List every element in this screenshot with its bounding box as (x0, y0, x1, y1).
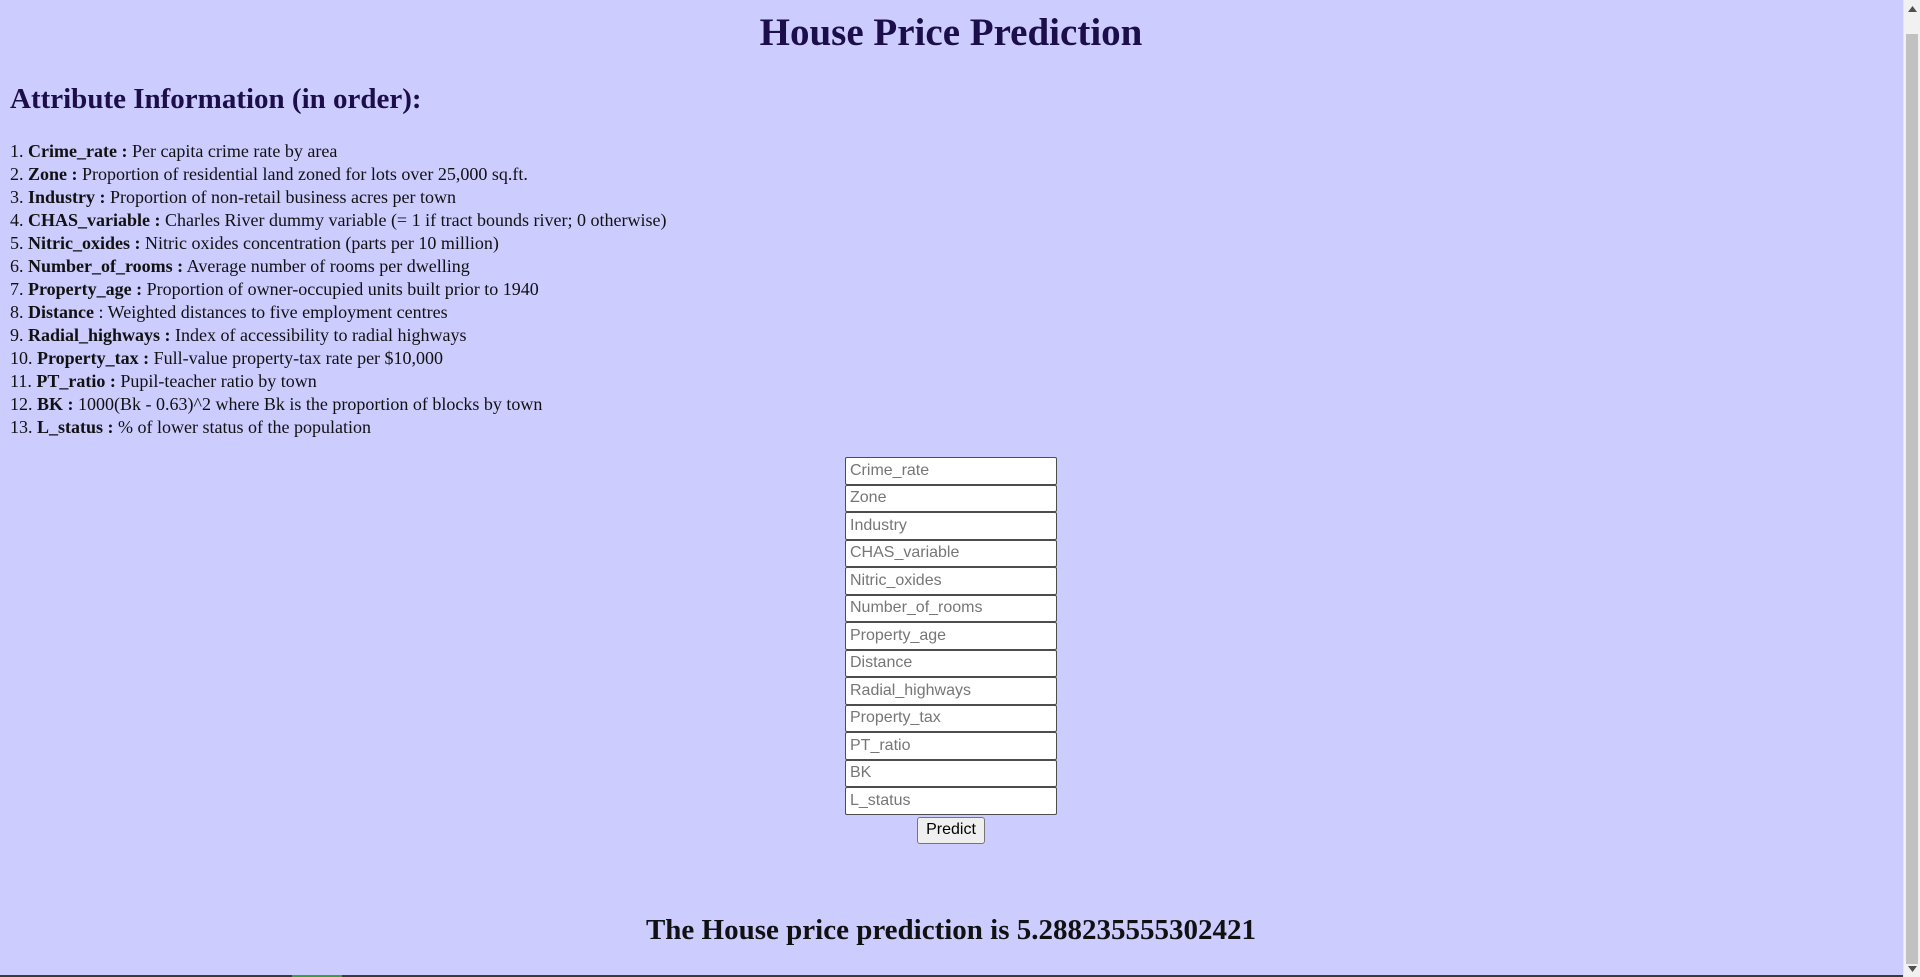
chas-variable-input[interactable] (845, 539, 1057, 567)
attribute-item-number-of-rooms: 6. Number_of_rooms : Average number of r… (10, 255, 1892, 278)
attribute-name: L_status : (37, 417, 114, 437)
attribute-number: 7. (10, 279, 24, 299)
triangle-down-icon[interactable] (1904, 960, 1920, 977)
triangle-up-icon[interactable] (1904, 0, 1920, 17)
l-status-input[interactable] (845, 787, 1057, 815)
attribute-number: 13. (10, 417, 33, 437)
attribute-name: Property_tax : (37, 348, 150, 368)
attribute-item-zone: 2. Zone : Proportion of residential land… (10, 163, 1892, 186)
page-title: House Price Prediction (759, 11, 1143, 54)
number-of-rooms-input[interactable] (845, 594, 1057, 622)
attribute-name: Property_age : (28, 279, 143, 299)
attribute-name: Zone : (28, 164, 78, 184)
attribute-number: 8. (10, 302, 24, 322)
prediction-form: Predict (10, 457, 1892, 844)
zone-input[interactable] (845, 484, 1057, 512)
predict-button[interactable]: Predict (917, 816, 985, 844)
attribute-item-l-status: 13. L_status : % of lower status of the … (10, 416, 1892, 439)
bk-input[interactable] (845, 759, 1057, 787)
attribute-item-property-tax: 10. Property_tax : Full-value property-t… (10, 347, 1892, 370)
page: House Price Prediction Attribute Informa… (0, 0, 1902, 977)
industry-input[interactable] (845, 512, 1057, 540)
attribute-number: 6. (10, 256, 24, 276)
prediction-result: The House price prediction is 5.28823555… (645, 913, 1257, 946)
radial-highways-input[interactable] (845, 677, 1057, 705)
attribute-number: 11. (10, 371, 32, 391)
attribute-name: Radial_highways : (28, 325, 171, 345)
attribute-number: 12. (10, 394, 33, 414)
vertical-scrollbar[interactable] (1903, 0, 1920, 977)
distance-input[interactable] (845, 649, 1057, 677)
pt-ratio-input[interactable] (845, 732, 1057, 760)
attribute-item-distance: 8. Distance : Weighted distances to five… (10, 301, 1892, 324)
attribute-number: 3. (10, 187, 24, 207)
nitric-oxides-input[interactable] (845, 567, 1057, 595)
attribute-description: Proportion of residential land zoned for… (77, 164, 528, 184)
crime-rate-input[interactable] (845, 457, 1057, 485)
attribute-item-industry: 3. Industry : Proportion of non-retail b… (10, 186, 1892, 209)
attribute-description: % of lower status of the population (113, 417, 371, 437)
attribute-description: Nitric oxides concentration (parts per 1… (140, 233, 499, 253)
attribute-description: : Weighted distances to five employment … (94, 302, 448, 322)
attribute-list: 1. Crime_rate : Per capita crime rate by… (10, 140, 1892, 439)
attribute-description: 1000(Bk - 0.63)^2 where Bk is the propor… (73, 394, 543, 414)
attribute-item-nitric-oxides: 5. Nitric_oxides : Nitric oxides concent… (10, 232, 1892, 255)
attribute-description: Full-value property-tax rate per $10,000 (149, 348, 444, 368)
attribute-item-radial-highways: 9. Radial_highways : Index of accessibil… (10, 324, 1892, 347)
attribute-name: BK : (37, 394, 74, 414)
property-tax-input[interactable] (845, 704, 1057, 732)
attribute-description: Average number of rooms per dwelling (183, 256, 470, 276)
attribute-item-chas-variable: 4. CHAS_variable : Charles River dummy v… (10, 209, 1892, 232)
attribute-description: Per capita crime rate by area (127, 141, 338, 161)
attribute-name: Number_of_rooms : (28, 256, 184, 276)
attribute-description: Pupil-teacher ratio by town (115, 371, 317, 391)
attribute-number: 9. (10, 325, 24, 345)
attribute-number: 1. (10, 141, 24, 161)
attribute-item-property-age: 7. Property_age : Proportion of owner-oc… (10, 278, 1892, 301)
attribute-name: CHAS_variable : (28, 210, 161, 230)
attribute-number: 4. (10, 210, 24, 230)
attribute-name: Industry : (28, 187, 106, 207)
scrollbar-thumb[interactable] (1906, 34, 1918, 964)
property-age-input[interactable] (845, 622, 1057, 650)
attribute-description: Index of accessibility to radial highway… (170, 325, 467, 345)
attribute-number: 10. (10, 348, 33, 368)
attribute-name: PT_ratio : (36, 371, 116, 391)
attribute-description: Charles River dummy variable (= 1 if tra… (160, 210, 667, 230)
attribute-name: Nitric_oxides : (28, 233, 141, 253)
attribute-item-bk: 12. BK : 1000(Bk - 0.63)^2 where Bk is t… (10, 393, 1892, 416)
attribute-description: Proportion of owner-occupied units built… (142, 279, 539, 299)
attribute-item-crime-rate: 1. Crime_rate : Per capita crime rate by… (10, 140, 1892, 163)
attribute-number: 2. (10, 164, 24, 184)
attribute-name: Distance (28, 302, 94, 322)
attribute-item-pt-ratio: 11. PT_ratio : Pupil-teacher ratio by to… (10, 370, 1892, 393)
attribute-name: Crime_rate : (28, 141, 128, 161)
attribute-number: 5. (10, 233, 24, 253)
attribute-description: Proportion of non-retail business acres … (105, 187, 456, 207)
attribute-info-heading: Attribute Information (in order): (10, 83, 422, 115)
